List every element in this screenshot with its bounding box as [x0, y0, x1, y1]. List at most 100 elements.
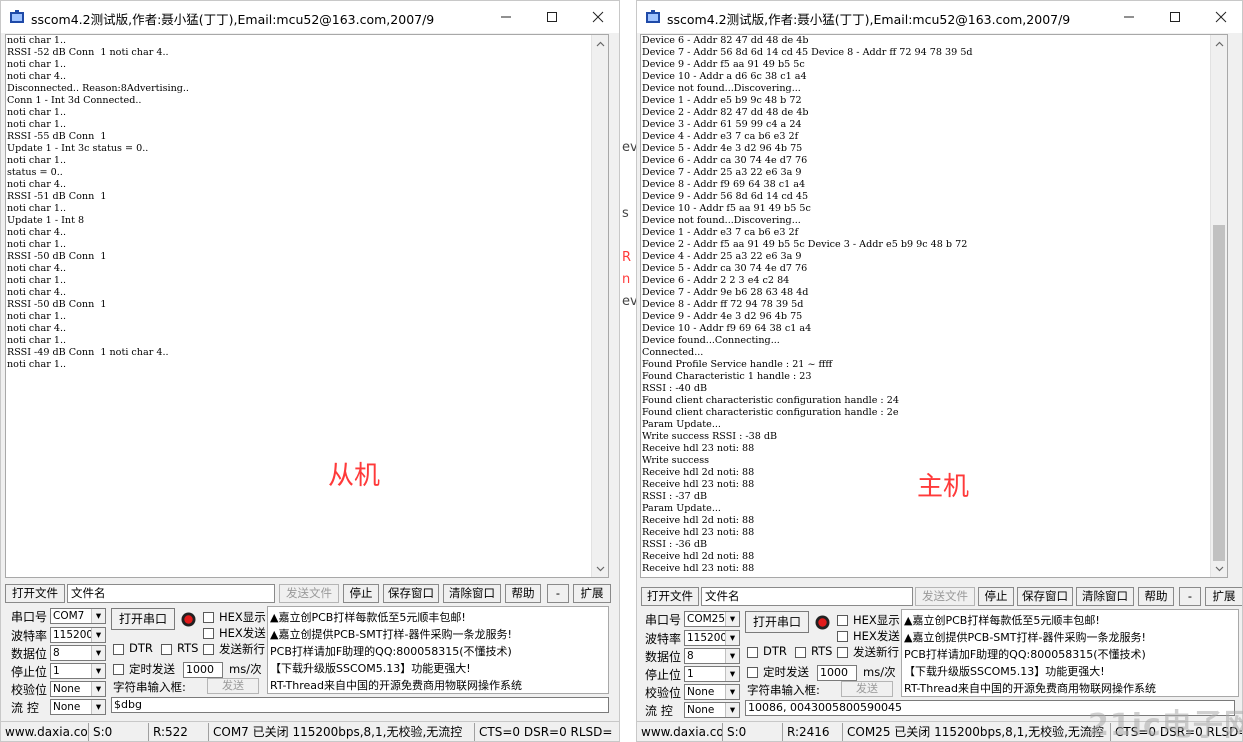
chevron-up-icon [1215, 41, 1223, 46]
stop-button[interactable]: 停止 [978, 587, 1014, 606]
timed-send-checkbox[interactable] [747, 667, 758, 678]
minimize-button[interactable] [483, 1, 529, 33]
open-port-button[interactable]: 打开串口 [111, 608, 175, 630]
databits-select[interactable]: 8 ▾ [50, 645, 106, 661]
help-button[interactable]: 帮助 [505, 584, 541, 603]
file-name-field[interactable]: 文件名 [67, 584, 275, 603]
port-select[interactable]: COM25 ▾ [684, 611, 740, 627]
port-select[interactable]: COM7 ▾ [50, 608, 106, 624]
flow-select[interactable]: None ▾ [50, 699, 106, 715]
scroll-thumb[interactable] [1213, 225, 1225, 561]
save-window-button[interactable]: 保存窗口 [1017, 587, 1073, 606]
console-line: noti char 4.. [7, 71, 67, 82]
ad-line-2[interactable]: ▲嘉立创提供PCB-SMT打样-器件采购一条龙服务! [904, 629, 1146, 645]
interval-input[interactable]: 1000 [817, 665, 857, 681]
clear-window-button[interactable]: 清除窗口 [443, 584, 501, 603]
ad-line-3[interactable]: PCB打样请加F助理的QQ:800058315(不懂技术) [904, 646, 1146, 662]
hex-send-checkbox[interactable] [203, 628, 214, 639]
port-value: COM7 [53, 610, 85, 622]
send-newline-checkbox[interactable] [203, 644, 214, 655]
minimize-button[interactable] [1106, 1, 1152, 33]
gap-fragment-2: s [622, 206, 629, 221]
save-window-button[interactable]: 保存窗口 [383, 584, 439, 603]
minimize-icon [1124, 16, 1134, 18]
send-newline-checkbox[interactable] [837, 647, 848, 658]
console-line: Device 7 - Addr 56 8d 6d 14 cd 45 Device… [642, 47, 973, 58]
clear-window-button[interactable]: 清除窗口 [1076, 587, 1134, 606]
receive-console[interactable]: Device 6 - Addr 82 47 dd 48 de 4b Device … [640, 34, 1228, 578]
receive-console[interactable]: noti char 1.. RSSI -52 dB Conn 1 noti cha… [5, 34, 609, 578]
collapse-button[interactable]: - [547, 584, 569, 603]
baud-select[interactable]: 115200 ▾ [684, 630, 740, 646]
scroll-up-button[interactable] [592, 35, 608, 52]
parity-select[interactable]: None ▾ [50, 681, 106, 697]
expand-button[interactable]: 扩展 [573, 584, 611, 603]
timed-send-checkbox[interactable] [113, 664, 124, 675]
flow-value: None [53, 701, 81, 713]
rts-label: RTS [811, 644, 833, 658]
ad-line-2[interactable]: ▲嘉立创提供PCB-SMT打样-器件采购一条龙服务! [270, 626, 512, 642]
maximize-icon [547, 12, 557, 22]
hex-display-label: HEX显示 [219, 610, 266, 624]
hex-send-label: HEX发送 [219, 626, 266, 640]
send-input[interactable]: $dbg [111, 697, 609, 713]
open-port-button[interactable]: 打开串口 [745, 611, 809, 633]
vertical-scrollbar[interactable] [1210, 35, 1227, 577]
console-line: RSSI -49 dB Conn 1 noti char 4.. [7, 347, 169, 358]
ad-line-1[interactable]: ▲嘉立创PCB打样每款低至5元顺丰包邮! [270, 609, 466, 625]
hex-display-checkbox[interactable] [203, 612, 214, 623]
file-toolbar: 打开文件 文件名 发送文件 停止 保存窗口 清除窗口 帮助 - 扩展 [641, 587, 1242, 607]
console-line: Found client characteristic configuratio… [642, 407, 899, 418]
open-file-button[interactable]: 打开文件 [641, 587, 699, 606]
rts-checkbox[interactable] [795, 647, 806, 658]
interval-input[interactable]: 1000 [183, 662, 223, 678]
ad-line-5[interactable]: RT-Thread来自中国的开源免费商用物联网操作系统 [270, 677, 522, 693]
console-line: noti char 1.. [7, 359, 67, 370]
console-line: noti char 1.. [7, 35, 67, 46]
maximize-button[interactable] [1152, 1, 1198, 33]
ad-line-5[interactable]: RT-Thread来自中国的开源免费商用物联网操作系统 [904, 680, 1156, 696]
scroll-up-button[interactable] [1211, 35, 1227, 52]
title-bar[interactable]: sscom4.2测试版,作者:聂小猛(丁丁),Email:mcu52@163.c… [1, 1, 619, 33]
stopbits-select[interactable]: 1 ▾ [684, 666, 740, 682]
baud-label: 波特率 [11, 629, 48, 643]
expand-button[interactable]: 扩展 [1205, 587, 1242, 606]
databits-value: 8 [687, 650, 694, 662]
hex-display-checkbox[interactable] [837, 615, 848, 626]
parity-select[interactable]: None ▾ [684, 684, 740, 700]
baud-select[interactable]: 115200 ▾ [50, 627, 106, 643]
close-button[interactable] [1198, 1, 1242, 33]
baud-value: 115200 [53, 629, 94, 641]
status-site[interactable]: www.daxia.com [639, 723, 723, 741]
databits-select[interactable]: 8 ▾ [684, 648, 740, 664]
file-name-field[interactable]: 文件名 [701, 587, 913, 606]
scroll-down-button[interactable] [592, 560, 608, 577]
maximize-button[interactable] [529, 1, 575, 33]
ad-line-1[interactable]: ▲嘉立创PCB打样每款低至5元顺丰包邮! [904, 612, 1100, 628]
dtr-checkbox[interactable] [747, 647, 758, 658]
send-file-button[interactable]: 发送文件 [915, 587, 975, 606]
help-button[interactable]: 帮助 [1138, 587, 1174, 606]
status-port-state: COM25 已关闭 115200bps,8,1,无校验,无流控 [845, 723, 1111, 741]
dtr-checkbox[interactable] [113, 644, 124, 655]
send-file-button[interactable]: 发送文件 [279, 584, 339, 603]
collapse-button[interactable]: - [1179, 587, 1201, 606]
stopbits-select[interactable]: 1 ▾ [50, 663, 106, 679]
flow-select[interactable]: None ▾ [684, 702, 740, 718]
ad-line-4[interactable]: 【下载升级版SSCOM5.13】功能更强大! [904, 663, 1105, 679]
open-file-button[interactable]: 打开文件 [5, 584, 65, 603]
status-site[interactable]: www.daxia.com [3, 723, 89, 741]
stop-button[interactable]: 停止 [343, 584, 379, 603]
rts-checkbox[interactable] [161, 644, 172, 655]
ad-line-4[interactable]: 【下载升级版SSCOM5.13】功能更强大! [270, 660, 471, 676]
send-button[interactable]: 发送 [841, 681, 893, 697]
vertical-scrollbar[interactable] [591, 35, 608, 577]
ad-line-3[interactable]: PCB打样请加F助理的QQ:800058315(不懂技术) [270, 643, 512, 659]
parity-value: None [53, 683, 81, 695]
send-button[interactable]: 发送 [207, 678, 259, 694]
hex-send-checkbox[interactable] [837, 631, 848, 642]
title-bar[interactable]: sscom4.2测试版,作者:聂小猛(丁丁),Email:mcu52@163.c… [637, 1, 1242, 33]
dropdown-arrow-icon: ▾ [91, 609, 105, 623]
close-button[interactable] [575, 1, 619, 33]
scroll-down-button[interactable] [1211, 560, 1227, 577]
